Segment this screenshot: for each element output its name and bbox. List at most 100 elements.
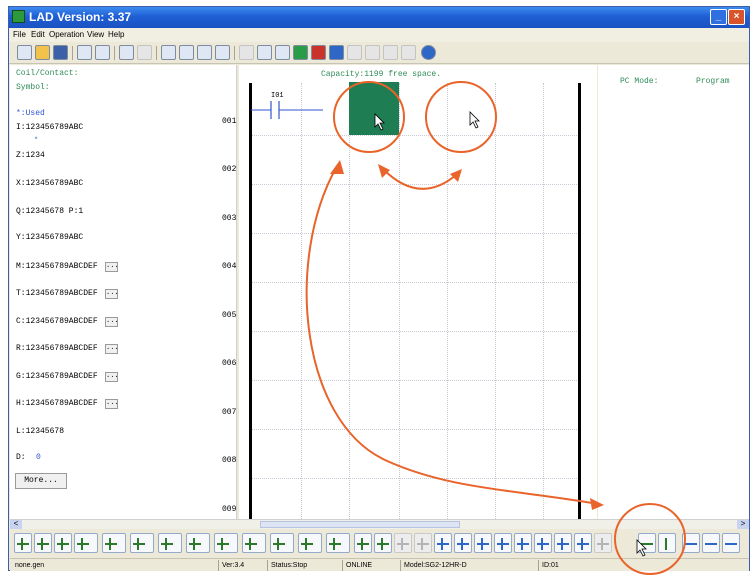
scroll-right-arrow[interactable]: > bbox=[737, 520, 749, 529]
toolbar-divider bbox=[72, 46, 73, 60]
ladder-icon[interactable] bbox=[179, 45, 194, 60]
rung-number: 004 bbox=[222, 262, 237, 271]
function-block-icon[interactable] bbox=[197, 45, 212, 60]
contact-coil-icon[interactable] bbox=[186, 533, 210, 553]
preview-icon[interactable] bbox=[95, 45, 110, 60]
more-button[interactable]: More... bbox=[15, 473, 67, 489]
open-icon[interactable] bbox=[35, 45, 50, 60]
read-icon[interactable] bbox=[275, 45, 290, 60]
mouse-cursor-icon bbox=[469, 111, 480, 129]
run-icon[interactable] bbox=[293, 45, 308, 60]
sim-icon[interactable] bbox=[347, 45, 362, 60]
expand-t-button[interactable]: ... bbox=[105, 289, 119, 299]
redo-icon[interactable] bbox=[137, 45, 152, 60]
save-icon[interactable] bbox=[53, 45, 68, 60]
rung-number: 003 bbox=[222, 214, 237, 223]
vertical-line-tool-icon[interactable] bbox=[658, 533, 676, 553]
coil-icon[interactable] bbox=[374, 533, 392, 553]
function-block-tool-icon[interactable] bbox=[554, 533, 572, 553]
status-bar: none.gen Ver:3.4 Status:Stop ONLINE Mode… bbox=[10, 558, 749, 571]
horizontal-line-tool-icon[interactable] bbox=[638, 533, 656, 553]
instruction-toolbar bbox=[10, 530, 749, 557]
horizontal-scrollbar[interactable]: < > bbox=[10, 519, 749, 529]
device-row-m: M:123456789ABCDEF bbox=[16, 262, 98, 271]
contact-coil-icon[interactable] bbox=[158, 533, 182, 553]
new-icon[interactable] bbox=[17, 45, 32, 60]
function-block-tool-icon[interactable] bbox=[574, 533, 592, 553]
function-block-tool-icon[interactable] bbox=[534, 533, 552, 553]
dim-icon[interactable] bbox=[383, 45, 398, 60]
delete-cell-tool-icon[interactable] bbox=[722, 533, 740, 553]
menu-bar: File Edit Operation View Help bbox=[9, 28, 749, 42]
left-power-rail bbox=[249, 83, 252, 519]
menu-view[interactable]: View bbox=[87, 30, 104, 39]
menu-help[interactable]: Help bbox=[108, 30, 124, 39]
insert-line-tool-icon[interactable] bbox=[702, 533, 720, 553]
device-row-l: L:12345678 bbox=[16, 427, 65, 436]
settings-icon[interactable] bbox=[239, 45, 254, 60]
menu-file[interactable]: File bbox=[13, 30, 26, 39]
help-icon[interactable] bbox=[421, 45, 436, 60]
print-setup-icon[interactable] bbox=[77, 45, 92, 60]
symbol-label: Symbol: bbox=[16, 83, 50, 92]
right-power-rail bbox=[578, 83, 581, 519]
contact-icon[interactable] bbox=[54, 533, 72, 553]
function-block-tool-icon[interactable] bbox=[434, 533, 452, 553]
function-block-tool-icon[interactable] bbox=[494, 533, 512, 553]
scroll-thumb[interactable] bbox=[260, 521, 460, 528]
mouse-cursor-icon bbox=[374, 113, 385, 131]
delete-line-tool-icon[interactable] bbox=[682, 533, 700, 553]
used-legend: *:Used bbox=[16, 109, 45, 118]
undo-icon[interactable] bbox=[119, 45, 134, 60]
grid-line bbox=[349, 83, 350, 519]
status-version: Ver:3.4 bbox=[218, 560, 244, 571]
title-bar[interactable]: LAD Version: 3.37 _ × bbox=[9, 7, 749, 28]
disabled-tool-icon[interactable] bbox=[414, 533, 432, 553]
no-contact-icon[interactable] bbox=[14, 533, 32, 553]
dim-icon[interactable] bbox=[365, 45, 380, 60]
device-row-z: Z:1234 bbox=[16, 151, 45, 160]
contact-symbol[interactable] bbox=[251, 99, 331, 121]
function-block-tool-icon[interactable] bbox=[474, 533, 492, 553]
contact-coil-icon[interactable] bbox=[242, 533, 266, 553]
rung-number: 008 bbox=[222, 456, 237, 465]
menu-edit[interactable]: Edit bbox=[31, 30, 45, 39]
status-file: none.gen bbox=[15, 562, 45, 569]
disabled-tool-icon[interactable] bbox=[394, 533, 412, 553]
stop-icon[interactable] bbox=[311, 45, 326, 60]
hmi-icon[interactable] bbox=[215, 45, 230, 60]
ladder-editor[interactable]: Capacity:1199 free space. I01 bbox=[239, 65, 597, 519]
online-icon[interactable] bbox=[329, 45, 344, 60]
function-block-tool-icon[interactable] bbox=[454, 533, 472, 553]
dim-icon[interactable] bbox=[401, 45, 416, 60]
contact-coil-icon[interactable] bbox=[130, 533, 154, 553]
menu-operation[interactable]: Operation bbox=[49, 30, 84, 39]
contact-coil-icon[interactable] bbox=[270, 533, 294, 553]
toolbar-divider bbox=[156, 46, 157, 60]
pc-mode-label: PC Mode: bbox=[620, 77, 659, 86]
window-title: LAD Version: 3.37 bbox=[29, 10, 132, 24]
coil-contact-label: Coil/Contact: bbox=[16, 69, 79, 78]
used-marker: * bbox=[34, 137, 39, 145]
contact-coil-icon[interactable] bbox=[102, 533, 126, 553]
scroll-left-arrow[interactable]: < bbox=[10, 520, 22, 529]
minimize-button[interactable]: _ bbox=[710, 9, 727, 25]
nc-contact-icon[interactable] bbox=[34, 533, 52, 553]
disabled-tool-icon[interactable] bbox=[594, 533, 612, 553]
write-icon[interactable] bbox=[257, 45, 272, 60]
expand-r-button[interactable]: ... bbox=[105, 344, 119, 354]
contact-coil-icon[interactable] bbox=[214, 533, 238, 553]
contact-icon[interactable] bbox=[354, 533, 372, 553]
expand-h-button[interactable]: ... bbox=[105, 399, 119, 409]
function-block-tool-icon[interactable] bbox=[514, 533, 532, 553]
expand-c-button[interactable]: ... bbox=[105, 317, 119, 327]
status-panel: PC Mode: Program bbox=[598, 65, 749, 519]
monitor-icon[interactable] bbox=[161, 45, 176, 60]
close-button[interactable]: × bbox=[728, 9, 745, 25]
contact-coil-icon[interactable] bbox=[298, 533, 322, 553]
contact-coil-icon[interactable] bbox=[326, 533, 350, 553]
contact-coil-icon[interactable] bbox=[74, 533, 98, 553]
device-row-c: C:123456789ABCDEF bbox=[16, 317, 98, 326]
expand-m-button[interactable]: ... bbox=[105, 262, 119, 272]
expand-g-button[interactable]: ... bbox=[105, 372, 119, 382]
